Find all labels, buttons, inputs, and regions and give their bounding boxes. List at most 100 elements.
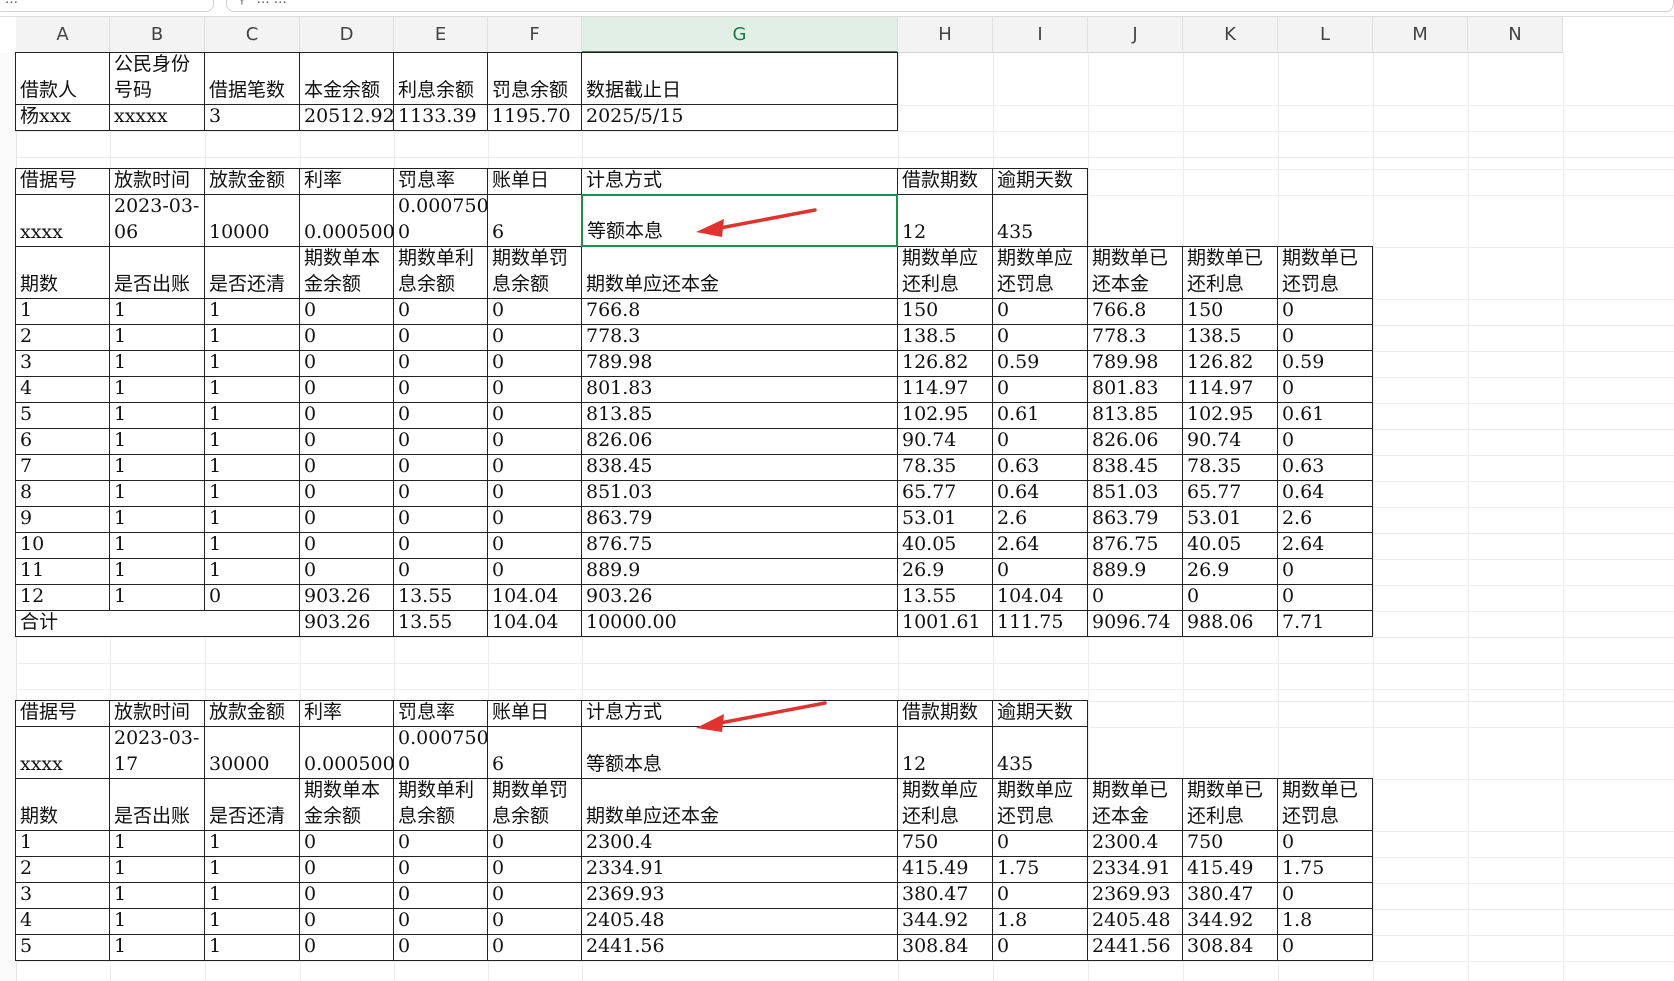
loan-info-header-cell[interactable]: 利率: [299, 168, 394, 195]
period-data-cell[interactable]: 750: [1182, 830, 1278, 857]
period-data-cell[interactable]: 12: [15, 584, 110, 611]
column-header-k[interactable]: K: [1183, 17, 1278, 53]
period-data-cell[interactable]: 0: [393, 480, 488, 507]
period-data-cell[interactable]: 1: [109, 934, 205, 961]
period-data-cell[interactable]: 876.75: [581, 532, 898, 559]
loan-info-value-cell[interactable]: 6: [487, 194, 582, 247]
period-data-cell[interactable]: 2.64: [992, 532, 1088, 559]
period-data-cell[interactable]: 126.82: [897, 350, 993, 377]
period-data-cell[interactable]: 0: [299, 402, 394, 429]
period-data-cell[interactable]: 889.9: [1087, 558, 1183, 585]
period-data-cell[interactable]: 0: [1277, 298, 1373, 325]
period-data-cell[interactable]: 0: [992, 934, 1088, 961]
period-data-cell[interactable]: 1: [109, 882, 205, 909]
period-data-cell[interactable]: 2334.91: [1087, 856, 1183, 883]
period-data-cell[interactable]: 0: [487, 298, 582, 325]
period-data-cell[interactable]: 102.95: [1182, 402, 1278, 429]
period-data-cell[interactable]: 1: [204, 376, 300, 403]
period-data-cell[interactable]: 1: [109, 856, 205, 883]
period-data-cell[interactable]: 2.6: [1277, 506, 1373, 533]
period-data-cell[interactable]: 0.61: [992, 402, 1088, 429]
column-header-m[interactable]: M: [1373, 17, 1468, 53]
period-data-cell[interactable]: 1.75: [1277, 856, 1373, 883]
period-header-cell[interactable]: 期数单罚 息余额: [487, 246, 582, 299]
loan-info-header-cell[interactable]: 罚息率: [393, 700, 488, 727]
period-header-cell[interactable]: 期数单应还本金: [581, 246, 898, 299]
period-data-cell[interactable]: 90.74: [1182, 428, 1278, 455]
period-data-cell[interactable]: 1: [204, 428, 300, 455]
period-header-cell[interactable]: 期数单利 息余额: [393, 778, 488, 831]
period-header-cell[interactable]: 期数单已 还利息: [1182, 778, 1278, 831]
period-data-cell[interactable]: 0: [393, 324, 488, 351]
loan-info-value-cell[interactable]: 10000: [204, 194, 300, 247]
period-data-cell[interactable]: 0: [299, 298, 394, 325]
summary-header-cell[interactable]: 本金余额: [299, 52, 394, 105]
loan-info-header-cell[interactable]: 逾期天数: [992, 700, 1088, 727]
period-data-cell[interactable]: 380.47: [897, 882, 993, 909]
period-data-cell[interactable]: 1: [204, 350, 300, 377]
loan-info-header-cell[interactable]: 计息方式: [581, 168, 898, 195]
loan-info-header-cell[interactable]: 账单日: [487, 700, 582, 727]
period-data-cell[interactable]: 1: [109, 454, 205, 481]
period-data-cell[interactable]: 0: [487, 934, 582, 961]
period-data-cell[interactable]: 344.92: [1182, 908, 1278, 935]
period-data-cell[interactable]: 0.63: [992, 454, 1088, 481]
period-data-cell[interactable]: 1: [109, 480, 205, 507]
period-data-cell[interactable]: 0: [1277, 934, 1373, 961]
period-header-cell[interactable]: 期数: [15, 778, 110, 831]
period-data-cell[interactable]: 0: [299, 882, 394, 909]
period-data-cell[interactable]: 0: [1277, 324, 1373, 351]
period-data-cell[interactable]: 114.97: [1182, 376, 1278, 403]
period-header-cell[interactable]: 期数单罚 息余额: [487, 778, 582, 831]
period-data-cell[interactable]: 13.55: [897, 584, 993, 611]
period-data-cell[interactable]: 0: [487, 454, 582, 481]
period-data-cell[interactable]: 0: [393, 350, 488, 377]
period-data-cell[interactable]: 2405.48: [581, 908, 898, 935]
period-data-cell[interactable]: 380.47: [1182, 882, 1278, 909]
loan-info-header-cell[interactable]: 逾期天数: [992, 168, 1088, 195]
period-data-cell[interactable]: 813.85: [581, 402, 898, 429]
period-data-cell[interactable]: 0: [393, 532, 488, 559]
period-data-cell[interactable]: 150: [1182, 298, 1278, 325]
period-data-cell[interactable]: 0: [1277, 830, 1373, 857]
period-header-cell[interactable]: 期数单应 还罚息: [992, 246, 1088, 299]
period-data-cell[interactable]: 415.49: [1182, 856, 1278, 883]
spreadsheet-grid[interactable]: ABCDEFGHIJKLMN 借款人 公民身份 号码 借据笔数 本金余额 利息余额 罚息余…: [0, 17, 1674, 981]
column-header-g[interactable]: G: [582, 17, 898, 53]
period-data-cell[interactable]: 1: [109, 532, 205, 559]
period-data-cell[interactable]: 0: [487, 558, 582, 585]
period-data-cell[interactable]: 1: [204, 506, 300, 533]
period-data-cell[interactable]: 7: [15, 454, 110, 481]
period-data-cell[interactable]: 1: [204, 558, 300, 585]
period-header-cell[interactable]: 是否出账: [109, 778, 205, 831]
period-data-cell[interactable]: 0: [299, 934, 394, 961]
period-header-cell[interactable]: 期数单利 息余额: [393, 246, 488, 299]
summary-header-cell[interactable]: 数据截止日: [581, 52, 898, 105]
period-data-cell[interactable]: 13.55: [393, 584, 488, 611]
period-data-cell[interactable]: 0: [299, 856, 394, 883]
period-data-cell[interactable]: 0: [299, 350, 394, 377]
period-data-cell[interactable]: 0: [992, 324, 1088, 351]
loan-info-header-cell[interactable]: 放款时间: [109, 168, 205, 195]
period-data-cell[interactable]: 1: [204, 480, 300, 507]
loan-info-header-cell[interactable]: 借据号: [15, 700, 110, 727]
period-data-cell[interactable]: 1: [109, 350, 205, 377]
period-data-cell[interactable]: 1: [109, 376, 205, 403]
loan-info-value-cell[interactable]: 435: [992, 726, 1088, 779]
period-data-cell[interactable]: 903.26: [581, 584, 898, 611]
period-data-cell[interactable]: 53.01: [897, 506, 993, 533]
period-data-cell[interactable]: 1: [109, 506, 205, 533]
period-data-cell[interactable]: 2441.56: [581, 934, 898, 961]
total-value-cell[interactable]: 104.04: [487, 610, 582, 637]
period-data-cell[interactable]: 1: [109, 830, 205, 857]
period-data-cell[interactable]: 0: [393, 376, 488, 403]
period-header-cell[interactable]: 期数单已 还罚息: [1277, 778, 1373, 831]
total-value-cell[interactable]: 111.75: [992, 610, 1088, 637]
period-data-cell[interactable]: 0: [204, 584, 300, 611]
period-data-cell[interactable]: 2369.93: [1087, 882, 1183, 909]
period-data-cell[interactable]: 0: [299, 480, 394, 507]
period-data-cell[interactable]: 1.75: [992, 856, 1088, 883]
period-data-cell[interactable]: 789.98: [1087, 350, 1183, 377]
summary-header-cell[interactable]: 公民身份 号码: [109, 52, 205, 105]
period-data-cell[interactable]: 0.63: [1277, 454, 1373, 481]
